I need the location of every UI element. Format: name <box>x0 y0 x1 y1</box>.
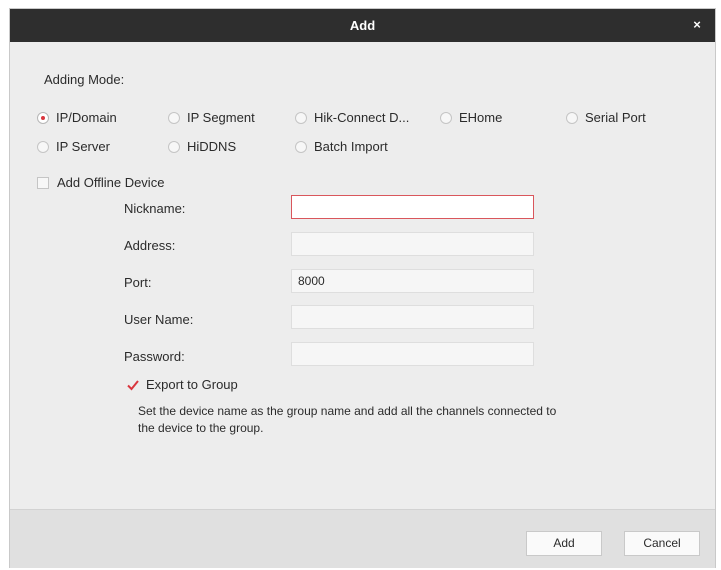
dialog-titlebar: Add × <box>10 9 715 42</box>
radio-indicator <box>168 111 180 124</box>
cancel-button[interactable]: Cancel <box>624 531 700 556</box>
add-device-dialog: Add × Adding Mode: IP/Domain IP Segment … <box>9 8 716 568</box>
radio-selected-indicator <box>37 111 49 124</box>
dialog-title: Add <box>349 18 376 33</box>
nickname-label: Nickname: <box>124 201 186 216</box>
address-label: Address: <box>124 238 176 253</box>
add-offline-device-checkbox[interactable]: Add Offline Device <box>37 175 164 190</box>
radio-label: Serial Port <box>585 110 646 125</box>
radio-ip-domain[interactable]: IP/Domain <box>37 110 117 125</box>
radio-indicator <box>440 111 452 124</box>
checkbox-label: Add Offline Device <box>57 175 165 190</box>
radio-label: IP/Domain <box>56 110 117 125</box>
checkmark-icon <box>127 379 139 390</box>
radio-hik-connect[interactable]: Hik-Connect D... <box>295 110 409 125</box>
radio-indicator <box>566 111 578 124</box>
radio-serial-port[interactable]: Serial Port <box>566 110 646 125</box>
radio-batch-import[interactable]: Batch Import <box>295 139 388 154</box>
radio-label: EHome <box>459 110 503 125</box>
radio-label: IP Segment <box>187 110 255 125</box>
radio-indicator <box>295 111 307 124</box>
radio-label: HiDDNS <box>187 139 237 154</box>
checkbox-box <box>37 176 49 189</box>
checkbox-label: Export to Group <box>146 377 238 392</box>
checkbox-box-checked <box>126 379 139 391</box>
username-input[interactable] <box>291 305 534 329</box>
radio-label: IP Server <box>56 139 110 154</box>
radio-indicator <box>37 140 49 153</box>
dialog-footer: Add Cancel <box>10 509 715 568</box>
nickname-input[interactable] <box>291 195 534 219</box>
export-group-hint: Set the device name as the group name an… <box>138 404 557 435</box>
port-label: Port: <box>124 275 152 290</box>
radio-indicator <box>168 140 180 153</box>
export-to-group-checkbox[interactable]: Export to Group <box>126 377 238 392</box>
radio-ip-server[interactable]: IP Server <box>37 139 110 154</box>
add-button[interactable]: Add <box>526 531 602 556</box>
radio-ehome[interactable]: EHome <box>440 110 502 125</box>
radio-ip-segment[interactable]: IP Segment <box>168 110 255 125</box>
password-input[interactable] <box>291 342 534 366</box>
port-input[interactable] <box>291 269 534 293</box>
close-icon[interactable]: × <box>685 13 709 37</box>
radio-label: Batch Import <box>314 139 388 154</box>
radio-hiddns[interactable]: HiDDNS <box>168 139 236 154</box>
username-label: User Name: <box>124 312 194 327</box>
radio-indicator <box>295 140 307 153</box>
password-label: Password: <box>124 349 185 364</box>
radio-label: Hik-Connect D... <box>314 110 410 125</box>
adding-mode-label: Adding Mode: <box>44 72 125 87</box>
address-input[interactable] <box>291 232 534 256</box>
